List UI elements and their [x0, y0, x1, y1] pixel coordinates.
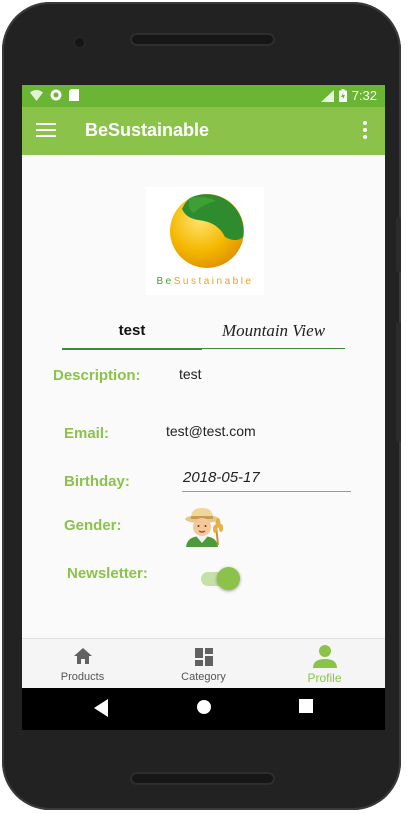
- volume-button: [396, 322, 401, 442]
- person-icon: [312, 645, 337, 668]
- screen: 7:32 BeSustainable BeSustainable test Mo…: [22, 85, 385, 730]
- description-value: test: [179, 366, 202, 382]
- logo-text-be: Be: [156, 276, 174, 287]
- hamburger-icon: [36, 123, 56, 125]
- toggle-thumb: [217, 567, 240, 590]
- home-icon: [73, 648, 92, 664]
- gender-label: Gender:: [64, 517, 122, 534]
- app-bar: BeSustainable: [22, 107, 385, 155]
- app-logo: BeSustainable: [146, 187, 264, 295]
- back-icon[interactable]: [94, 699, 108, 717]
- status-indicators: 7:32: [320, 88, 377, 103]
- battery-icon: [338, 89, 347, 102]
- newsletter-toggle[interactable]: [201, 566, 241, 590]
- newsletter-label: Newsletter:: [67, 565, 148, 582]
- more-vert-icon-dot: [363, 135, 367, 139]
- nav-item-products[interactable]: Products: [22, 639, 143, 689]
- nav-label-category: Category: [181, 671, 226, 683]
- status-bar: 7:32: [22, 85, 385, 107]
- logo-text-sustainable: Sustainable: [173, 276, 254, 287]
- description-label: Description:: [53, 367, 141, 384]
- nav-item-profile[interactable]: Profile: [264, 639, 385, 689]
- signal-icon: [320, 89, 334, 102]
- phone-frame: 7:32 BeSustainable BeSustainable test Mo…: [2, 2, 401, 810]
- logo-emblem: [170, 194, 244, 268]
- bottom-speaker: [130, 772, 275, 785]
- birthday-label: Birthday:: [64, 473, 130, 490]
- power-button: [396, 217, 401, 272]
- more-vert-icon-dot: [363, 128, 367, 132]
- top-speaker: [130, 33, 275, 46]
- logo-wordmark: BeSustainable: [146, 276, 264, 287]
- nav-label-profile: Profile: [307, 671, 342, 685]
- birthday-field[interactable]: 2018-05-17: [182, 467, 351, 492]
- profile-content: BeSustainable test Mountain View Descrip…: [22, 155, 385, 638]
- system-navigation-bar: [22, 688, 385, 730]
- bottom-navigation: Products Category Profile: [22, 638, 385, 689]
- hamburger-icon-line: [36, 135, 56, 137]
- sync-icon: [50, 89, 62, 101]
- front-camera: [75, 38, 84, 47]
- status-time: 7:32: [351, 88, 377, 103]
- recents-icon[interactable]: [299, 699, 313, 713]
- menu-button[interactable]: [36, 121, 56, 141]
- gender-selector[interactable]: [182, 507, 224, 547]
- farmer-icon: [185, 508, 223, 547]
- dashboard-icon: [194, 648, 213, 666]
- nav-label-products: Products: [60, 671, 105, 683]
- wifi-icon: [30, 89, 43, 101]
- sd-card-icon: [69, 89, 79, 101]
- username-field[interactable]: test: [62, 318, 202, 350]
- nav-item-category[interactable]: Category: [143, 639, 264, 689]
- more-vert-icon: [363, 121, 367, 125]
- birthday-value: 2018-05-17: [183, 469, 260, 486]
- location-field[interactable]: Mountain View: [202, 318, 345, 349]
- email-label: Email:: [64, 425, 110, 442]
- app-title: BeSustainable: [85, 120, 210, 140]
- home-button-icon[interactable]: [196, 699, 212, 715]
- hamburger-icon-line: [36, 129, 56, 131]
- overflow-menu-button[interactable]: [355, 121, 375, 141]
- status-notifications: [30, 89, 79, 101]
- email-value: test@test.com: [166, 423, 256, 439]
